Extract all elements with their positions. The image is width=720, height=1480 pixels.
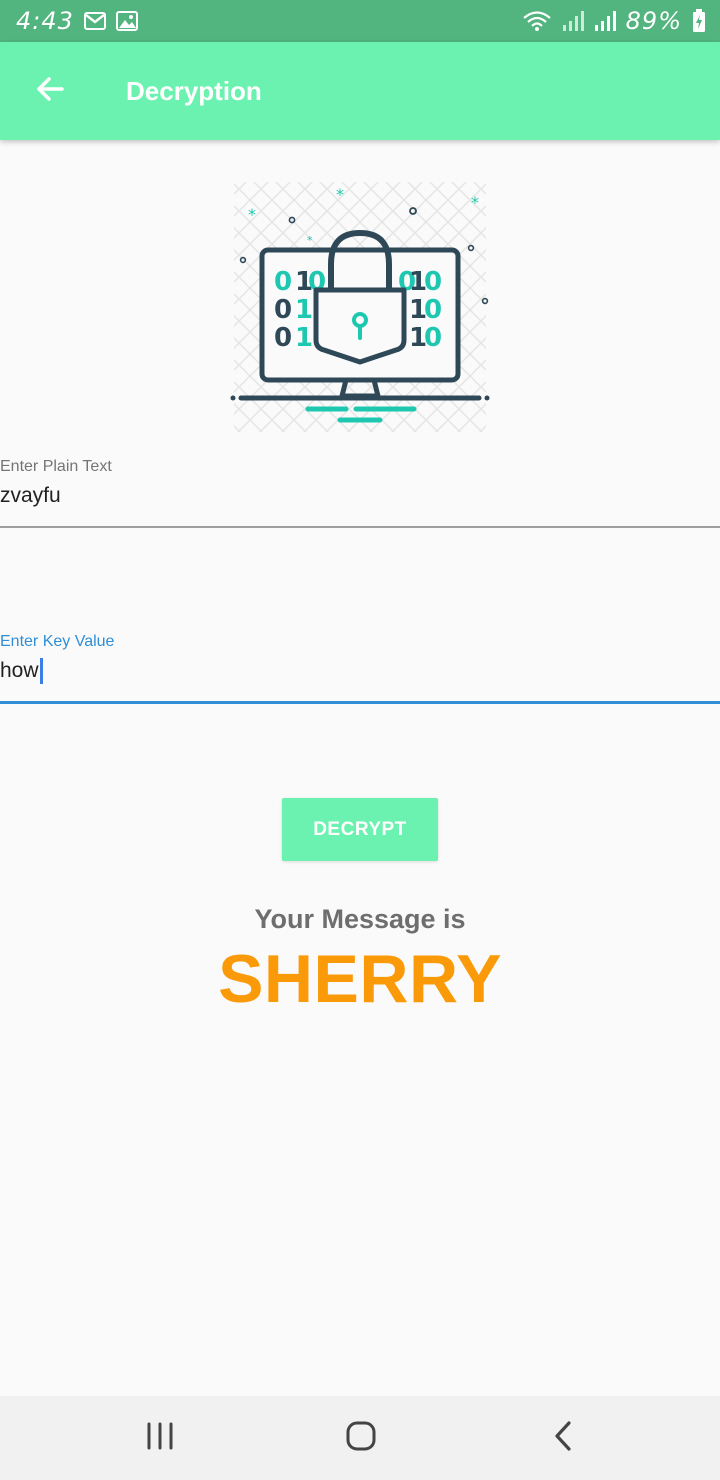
key-value-input[interactable]: how <box>0 657 720 685</box>
plain-text-input[interactable]: zvayfu <box>0 482 720 510</box>
svg-text:0: 0 <box>274 295 292 325</box>
key-value-field[interactable]: Enter Key Value how <box>0 633 720 685</box>
svg-text:*: * <box>248 205 256 224</box>
svg-text:*: * <box>307 234 313 247</box>
arrow-left-icon <box>34 73 66 110</box>
page-title: Decryption <box>126 75 262 106</box>
svg-text:0: 0 <box>424 267 442 297</box>
status-right: 89% <box>522 7 706 35</box>
key-value-underline <box>0 701 720 704</box>
home-icon <box>345 1420 377 1457</box>
wifi-icon <box>522 10 552 32</box>
plain-text-field[interactable]: Enter Plain Text zvayfu <box>0 458 720 510</box>
key-value-label: Enter Key Value <box>0 633 115 650</box>
battery-level: 89% <box>625 7 682 35</box>
nav-back-button[interactable] <box>523 1410 603 1466</box>
svg-text:1: 1 <box>295 323 313 353</box>
status-bar: 4:43 89% <box>0 0 720 42</box>
signal-icon <box>594 10 616 32</box>
plain-text-value: zvayfu <box>0 484 61 507</box>
app-bar: Decryption <box>0 42 720 140</box>
gmail-icon <box>83 12 106 30</box>
svg-text:*: * <box>471 193 479 212</box>
recents-icon <box>145 1422 175 1455</box>
svg-text:1: 1 <box>295 295 313 325</box>
plain-text-underline <box>0 526 720 528</box>
home-button[interactable] <box>321 1410 401 1466</box>
status-time: 4:43 <box>16 7 74 35</box>
decrypted-message: SHERRY <box>218 941 502 1017</box>
image-icon <box>115 11 138 31</box>
status-left: 4:43 <box>16 7 138 35</box>
back-button[interactable] <box>22 63 78 119</box>
monitor-padlock-binary-icon: * * * * 010 01 01 010 10 10 <box>228 178 492 434</box>
recents-button[interactable] <box>120 1410 200 1466</box>
key-value-text: how <box>0 659 39 682</box>
svg-text:0: 0 <box>274 267 292 297</box>
plain-text-label: Enter Plain Text <box>0 458 112 475</box>
text-cursor <box>39 658 43 684</box>
battery-charging-icon <box>692 9 706 33</box>
back-chevron-icon <box>551 1420 575 1457</box>
signal-icon <box>562 10 584 32</box>
decrypt-button[interactable]: DECRYPT <box>282 798 438 861</box>
svg-text:*: * <box>336 185 344 204</box>
result-caption: Your Message is <box>254 904 466 934</box>
system-nav-bar <box>0 1396 720 1480</box>
svg-text:0: 0 <box>424 323 442 353</box>
svg-text:0: 0 <box>424 295 442 325</box>
svg-text:0: 0 <box>274 323 292 353</box>
